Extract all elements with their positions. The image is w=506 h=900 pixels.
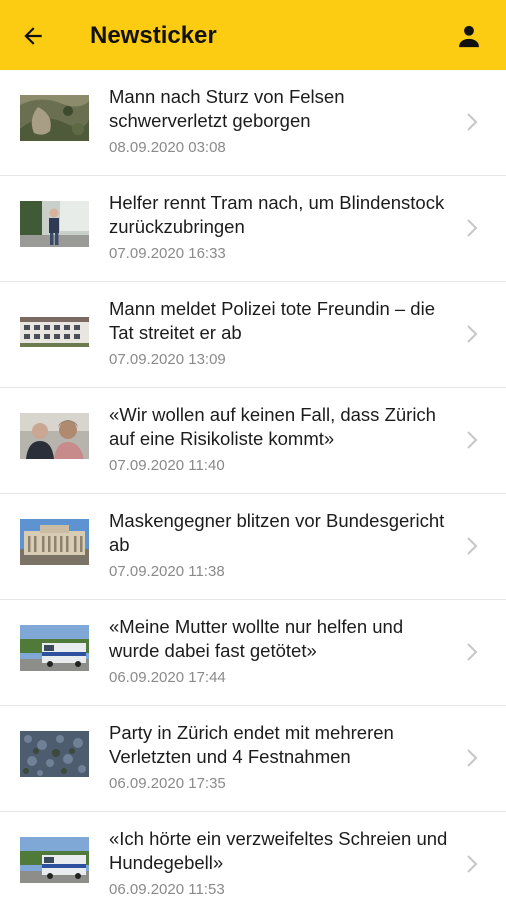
news-item[interactable]: «Wir wollen auf keinen Fall, dass Zürich… — [0, 388, 506, 494]
arrow-left-icon — [24, 27, 42, 45]
app-bar: Newsticker — [0, 0, 506, 70]
chevron-right-icon — [467, 325, 478, 343]
news-date: 06.09.2020 17:44 — [109, 669, 226, 686]
profile-button[interactable] — [453, 20, 485, 52]
chevron-right-icon — [467, 113, 478, 131]
chevron-right-icon — [467, 749, 478, 767]
back-button[interactable] — [18, 21, 48, 51]
chevron-right-icon — [467, 855, 478, 873]
news-title: Maskengegner blitzen vor Bundesgericht a… — [109, 510, 445, 555]
news-thumbnail — [20, 731, 89, 777]
news-date: 07.09.2020 13:09 — [109, 351, 226, 368]
news-title: «Meine Mutter wollte nur helfen und wurd… — [109, 616, 404, 661]
news-title: Party in Zürich endet mit mehreren Verle… — [109, 722, 394, 767]
news-date: 06.09.2020 11:53 — [109, 881, 225, 898]
news-list: Mann nach Sturz von Felsen schwerverletz… — [0, 70, 506, 900]
news-thumbnail — [20, 625, 89, 671]
news-thumbnail — [20, 201, 89, 247]
chevron-right-icon — [467, 219, 478, 237]
news-item[interactable]: «Ich hörte ein verzweifeltes Schreien un… — [0, 812, 506, 900]
news-date: 07.09.2020 16:33 — [109, 245, 226, 262]
page-title: Newsticker — [90, 22, 217, 49]
chevron-right-icon — [467, 431, 478, 449]
news-date: 07.09.2020 11:40 — [109, 457, 225, 474]
news-item[interactable]: Mann meldet Polizei tote Freundin – die … — [0, 282, 506, 388]
chevron-right-icon — [467, 537, 478, 555]
news-title: Mann nach Sturz von Felsen schwerverletz… — [109, 86, 345, 131]
news-title: «Wir wollen auf keinen Fall, dass Zürich… — [109, 404, 436, 449]
news-date: 07.09.2020 11:38 — [109, 563, 225, 580]
news-date: 08.09.2020 03:08 — [109, 139, 226, 156]
news-thumbnail — [20, 519, 89, 565]
news-thumbnail — [20, 307, 89, 353]
news-title: Helfer rennt Tram nach, um Blindenstock … — [109, 192, 445, 237]
news-date: 06.09.2020 17:35 — [109, 775, 226, 792]
chevron-right-icon — [467, 643, 478, 661]
news-thumbnail — [20, 837, 89, 883]
news-item[interactable]: Mann nach Sturz von Felsen schwerverletz… — [0, 70, 506, 176]
news-title: «Ich hörte ein verzweifeltes Schreien un… — [109, 828, 448, 873]
news-item[interactable]: «Meine Mutter wollte nur helfen und wurd… — [0, 600, 506, 706]
news-thumbnail — [20, 95, 89, 141]
news-title: Mann meldet Polizei tote Freundin – die … — [109, 298, 435, 343]
news-item[interactable]: Maskengegner blitzen vor Bundesgericht a… — [0, 494, 506, 600]
person-icon — [459, 25, 479, 48]
news-thumbnail — [20, 413, 89, 459]
news-item[interactable]: Helfer rennt Tram nach, um Blindenstock … — [0, 176, 506, 282]
news-item[interactable]: Party in Zürich endet mit mehreren Verle… — [0, 706, 506, 812]
